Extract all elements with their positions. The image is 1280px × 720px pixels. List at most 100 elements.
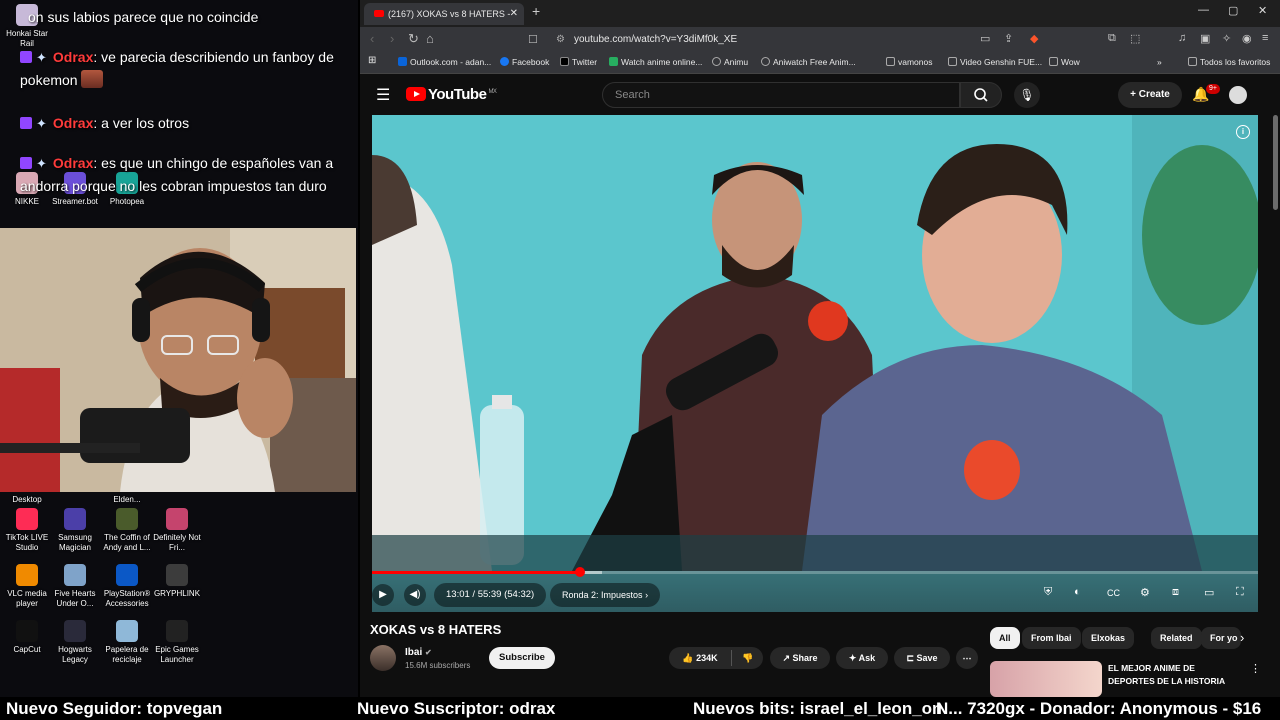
chip-all[interactable]: All <box>990 627 1020 649</box>
voice-search-button[interactable]: 🎙 <box>1014 82 1040 108</box>
bookmark-vamonos[interactable]: vamonos <box>886 57 933 67</box>
desktop-shortcut[interactable]: The Coffin of Andy and L... <box>100 508 154 553</box>
hamburger-menu-icon[interactable]: ☰ <box>376 85 390 105</box>
video-player[interactable]: i ▶ ◀) 13:01 / 55:39 (54:32) Ronda 2: Im… <box>372 115 1258 612</box>
search-button[interactable] <box>960 82 1002 108</box>
save-button[interactable]: ⊏ Save <box>894 647 950 669</box>
bookmark-icon[interactable]: ☐ <box>528 33 538 46</box>
captions-icon[interactable]: CC <box>1107 588 1120 598</box>
search-icon <box>974 88 988 102</box>
shield-icon[interactable]: ⛨ <box>1044 586 1052 599</box>
video-progress-bar[interactable] <box>372 567 1258 577</box>
capcut-icon <box>16 620 38 642</box>
share-page-icon[interactable]: ⇪ <box>1004 32 1013 45</box>
twitch-badge-icon <box>20 51 32 63</box>
webcam-image <box>0 228 356 492</box>
home-icon[interactable]: ⌂ <box>426 31 434 46</box>
chip-from-ibai[interactable]: From Ibai <box>1022 627 1081 649</box>
maximize-button[interactable]: ▢ <box>1228 4 1238 17</box>
cast-icon[interactable]: ▭ <box>980 32 990 45</box>
wallet-icon[interactable]: ▣ <box>1200 32 1210 45</box>
settings-gear-icon[interactable]: ⚙ <box>1140 586 1150 599</box>
close-window-button[interactable]: ✕ <box>1258 4 1267 17</box>
recommended-menu-icon[interactable]: ⋮ <box>1250 662 1261 675</box>
desktop-shortcut[interactable]: Hogwarts Legacy <box>48 620 102 665</box>
twitch-badge-icon <box>20 157 32 169</box>
bookmark-anime[interactable]: Watch anime online... <box>609 57 702 67</box>
desktop-shortcut[interactable]: CapCut <box>0 620 54 655</box>
reload-icon[interactable]: ↻ <box>408 31 419 47</box>
subscribe-button[interactable]: Subscribe <box>489 647 555 669</box>
vpn-icon[interactable]: ◉ <box>1242 32 1252 45</box>
desktop-shortcut[interactable]: GRYPHLINK <box>150 564 204 599</box>
search-input[interactable]: Search <box>602 82 960 108</box>
more-bookmarks-icon[interactable]: » <box>1157 57 1162 67</box>
chip-related[interactable]: Related <box>1151 627 1202 649</box>
shortcut-label: Streamer.bot <box>52 197 98 206</box>
site-info-icon[interactable]: ⚙ <box>556 30 565 50</box>
chip-for-you[interactable]: For yo <box>1201 627 1241 649</box>
more-actions-icon[interactable]: ⋯ <box>956 647 978 669</box>
music-icon[interactable]: ♫ <box>1178 32 1186 44</box>
brave-shield-icon[interactable]: ◆ <box>1030 32 1038 45</box>
fullscreen-icon[interactable]: ⛶ <box>1236 586 1244 599</box>
tiktok-icon <box>16 508 38 530</box>
apps-icon[interactable]: ⊞ <box>368 55 376 66</box>
recommended-title[interactable]: EL MEJOR ANIME DE DEPORTES DE LA HISTORI… <box>1108 662 1238 688</box>
recommended-thumbnail[interactable] <box>990 661 1102 697</box>
volume-icon[interactable]: ◀) <box>404 584 426 606</box>
bookmark-twitter[interactable]: Twitter <box>560 57 597 67</box>
chips-next-icon[interactable]: › <box>1240 630 1244 645</box>
bookmark-wow[interactable]: Wow <box>1049 57 1080 67</box>
chip-elxokas[interactable]: Elxokas <box>1082 627 1135 649</box>
desktop-shortcut[interactable]: VLC media player <box>0 564 54 609</box>
play-button[interactable]: ▶ <box>372 584 394 606</box>
shortcut-label: The Coffin of Andy and L... <box>103 533 151 552</box>
ai-icon[interactable]: ✧ <box>1222 32 1231 45</box>
desktop-shortcut[interactable]: Epic Games Launcher <box>150 620 204 665</box>
menu-icon[interactable]: ≡ <box>1262 32 1268 44</box>
microphone-icon: 🎙 <box>1019 88 1035 102</box>
bookmark-genshin[interactable]: Video Genshin FUE... <box>948 57 1042 67</box>
browser-tab[interactable]: (2167) XOKAS vs 8 HATERS - ✕ <box>364 3 524 25</box>
youtube-logo[interactable]: YouTube MX <box>406 86 497 103</box>
bookmark-animu[interactable]: Animu <box>712 57 748 67</box>
desktop-shortcut[interactable]: Definitely Not Fri... <box>150 508 204 553</box>
all-favorites[interactable]: Todos los favoritos <box>1188 57 1270 67</box>
close-tab-icon[interactable]: ✕ <box>510 3 518 25</box>
bookmark-aniwatch[interactable]: Aniwatch Free Anim... <box>761 57 856 67</box>
bookmark-facebook[interactable]: Facebook <box>500 57 549 67</box>
ask-button[interactable]: ✦ Ask <box>836 647 888 669</box>
desktop-shortcut[interactable]: PlayStation® Accessories <box>100 564 154 609</box>
minimize-button[interactable]: — <box>1198 4 1209 16</box>
tab-bar: (2167) XOKAS vs 8 HATERS - ✕ + — ▢ ✕ <box>360 0 1280 27</box>
channel-avatar[interactable] <box>370 645 396 671</box>
autoplay-toggle[interactable]: ◐ <box>1074 586 1081 598</box>
desktop-shortcut[interactable]: TikTok LIVE Studio <box>0 508 54 553</box>
account-avatar[interactable] <box>1229 86 1247 104</box>
back-icon[interactable]: ‹ <box>370 31 374 46</box>
extension-icon[interactable]: ⬚ <box>1130 32 1140 45</box>
channel-name[interactable]: Ibai ✔ <box>405 647 432 658</box>
share-button[interactable]: ↗ Share <box>770 647 830 669</box>
cast-icon[interactable]: ▭ <box>1204 586 1214 599</box>
create-button[interactable]: + Create <box>1118 82 1182 108</box>
like-button[interactable]: 👍 234K <box>669 647 731 669</box>
miniplayer-icon[interactable]: ⧈ <box>1172 586 1179 599</box>
scrubber-handle[interactable] <box>575 567 586 577</box>
extension-icon[interactable]: ⧉ <box>1108 32 1116 45</box>
forward-icon[interactable]: › <box>390 31 394 46</box>
dislike-button[interactable]: 👎 <box>733 647 763 669</box>
fivehearts-icon <box>64 564 86 586</box>
coffin-icon <box>116 508 138 530</box>
desktop-shortcut[interactable]: Five Hearts Under O... <box>48 564 102 609</box>
bookmark-outlook[interactable]: Outlook.com - adan... <box>398 57 491 67</box>
info-icon[interactable]: i <box>1236 125 1250 139</box>
player-controls: ▶ ◀) 13:01 / 55:39 (54:32) Ronda 2: Impu… <box>372 578 1258 612</box>
scrollbar[interactable] <box>1273 115 1278 210</box>
new-tab-button[interactable]: + <box>532 3 540 19</box>
ticker-follower: Nuevo Seguidor: topvegan <box>6 699 223 718</box>
desktop-shortcut[interactable]: Papelera de reciclaje <box>100 620 154 665</box>
desktop-shortcut[interactable]: Samsung Magician <box>48 508 102 553</box>
chapter-button[interactable]: Ronda 2: Impuestos › <box>550 583 661 607</box>
